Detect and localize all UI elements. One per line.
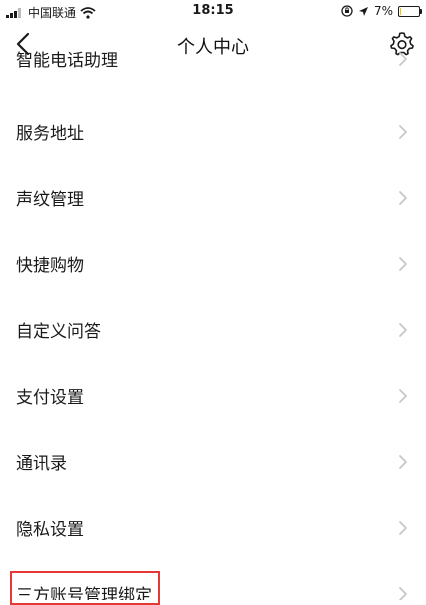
list-item-quick-shopping[interactable]: 快捷购物 [0, 231, 426, 297]
list-item-voiceprint-management[interactable]: 声纹管理 [0, 165, 426, 231]
battery-level [400, 7, 401, 15]
list-item-label: 自定义问答 [16, 322, 101, 342]
list-item-custom-qa[interactable]: 自定义问答 [0, 297, 426, 363]
status-bar: 中国联通 18:15 7% [0, 0, 426, 22]
list-item-service-address[interactable]: 服务地址 [0, 99, 426, 165]
status-right: 7% [341, 4, 422, 18]
list-item-smart-phone-assistant[interactable]: 智能电话助理 [0, 46, 426, 92]
list-item-label: 智能电话助理 [16, 51, 118, 71]
settings-list: 智能电话助理 服务地址 声纹管理 快捷购物 自定义问答 支付设置 通讯录 隐私设… [0, 46, 426, 600]
chevron-right-icon [399, 521, 407, 535]
list-item-label: 支付设置 [16, 388, 84, 408]
chevron-right-icon [399, 389, 407, 403]
battery-icon [398, 5, 422, 17]
chevron-right-icon [399, 455, 407, 469]
list-item-payment-settings[interactable]: 支付设置 [0, 363, 426, 429]
list-item-label: 三方账号管理绑定 [16, 586, 152, 600]
list-item-label: 通讯录 [16, 454, 67, 474]
list-item-label: 服务地址 [16, 124, 84, 144]
orientation-lock-icon [341, 5, 353, 17]
chevron-right-icon [399, 191, 407, 205]
list-item-third-party-accounts[interactable]: 三方账号管理绑定 [0, 561, 426, 600]
list-item-label: 声纹管理 [16, 190, 84, 210]
chevron-right-icon [399, 323, 407, 337]
chevron-right-icon [399, 52, 407, 66]
chevron-right-icon [399, 587, 407, 600]
chevron-right-icon [399, 125, 407, 139]
list-item-label: 隐私设置 [16, 520, 84, 540]
list-item-privacy-settings[interactable]: 隐私设置 [0, 495, 426, 561]
chevron-right-icon [399, 257, 407, 271]
list-item-contacts[interactable]: 通讯录 [0, 429, 426, 495]
location-arrow-icon [358, 6, 368, 16]
list-item-label: 快捷购物 [16, 256, 84, 276]
battery-percent: 7% [373, 4, 393, 18]
